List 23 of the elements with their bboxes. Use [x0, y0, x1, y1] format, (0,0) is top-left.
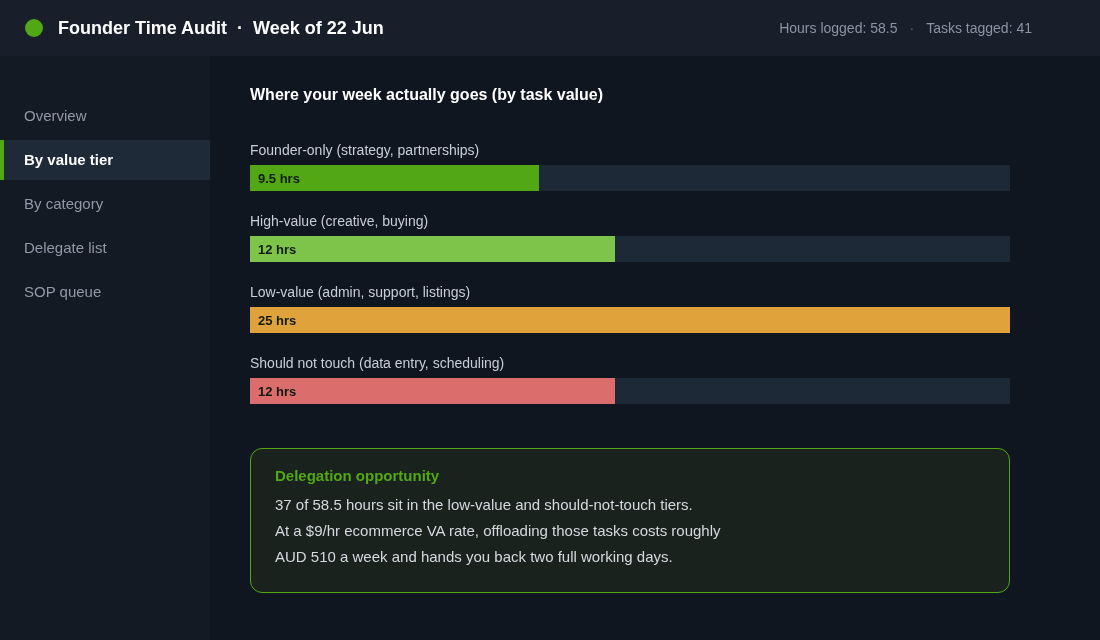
tier-label: High-value (creative, buying) — [250, 213, 430, 229]
callout-text: AUD 510 a week and hands you back two full working days. — [275, 547, 674, 567]
sidebar-item[interactable]: Delegate list — [0, 228, 210, 268]
callout-text: At a $9/hr ecommerce VA rate, offloading those tasks costs roughly — [275, 521, 722, 541]
app-title: Founder Time Audit · Week of 22 Jun — [58, 17, 384, 39]
bar-value: 9.5 hrs — [258, 170, 300, 186]
status-dot-icon — [25, 19, 43, 37]
separator-dot: · — [909, 20, 915, 36]
bar-value: 12 hrs — [258, 241, 297, 257]
callout-text: 37 of 58.5 hours sit in the low-value and should-not-touch tiers. — [275, 495, 694, 515]
bar-value: 25 hrs — [258, 312, 297, 328]
bar-value: 12 hrs — [258, 383, 297, 399]
callout-title: Delegation opportunity — [275, 467, 441, 484]
stat-text: Hours logged: 58.5 — [779, 20, 898, 36]
tier-label: Low-value (admin, support, listings) — [250, 284, 472, 300]
sidebar-item[interactable]: SOP queue — [0, 272, 210, 312]
tier-label: Founder-only (strategy, partnerships) — [250, 142, 481, 158]
stat-text: Tasks tagged: 41 — [926, 20, 1032, 36]
tier-label: Should not touch (data entry, scheduling) — [250, 355, 506, 371]
sidebar-item[interactable]: Overview — [0, 96, 210, 136]
section-heading: Where your week actually goes (by task value) — [250, 86, 605, 104]
sidebar-item[interactable]: By value tier — [0, 140, 210, 180]
sidebar-item[interactable]: By category — [0, 184, 210, 224]
